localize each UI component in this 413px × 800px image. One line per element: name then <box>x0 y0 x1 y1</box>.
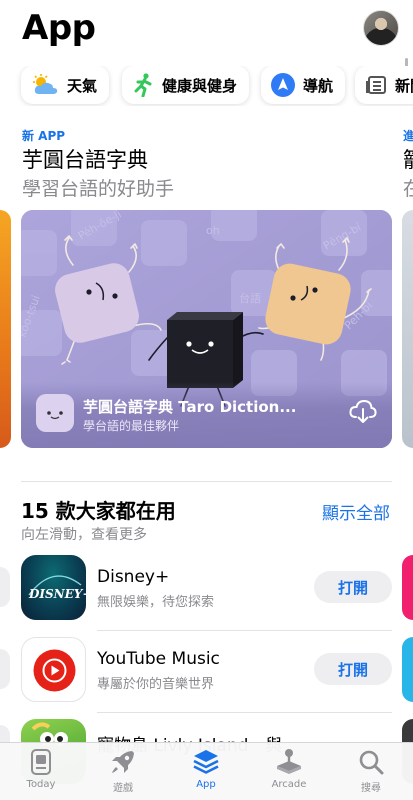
youtube-music-app-icon <box>21 637 86 702</box>
newspaper-icon <box>366 76 386 94</box>
category-health-fitness[interactable]: 健康與健身 <box>122 66 250 104</box>
row-divider <box>97 712 392 713</box>
app-row-disney-plus[interactable]: DISNEY+ Disney+ 無限娛樂，待您探索 打開 <box>0 555 413 635</box>
category-label: 天氣 <box>67 76 98 95</box>
open-button[interactable]: 打開 <box>314 653 392 685</box>
today-icon <box>31 749 51 775</box>
cloud-download-icon[interactable] <box>348 398 378 424</box>
section-divider <box>21 481 392 482</box>
app-row-youtube-music[interactable]: YouTube Music 專屬於你的音樂世界 打開 <box>0 637 413 717</box>
joystick-icon <box>277 749 301 774</box>
art-word: 台語 <box>239 291 261 305</box>
next-featured-subtitle: 在 <box>403 178 413 200</box>
previous-column-button[interactable] <box>0 567 10 607</box>
category-label: 新聞 <box>395 76 413 95</box>
app-subtitle: 無限娛樂，待您探索 <box>97 595 215 610</box>
tab-label: App <box>196 779 216 790</box>
next-featured-card[interactable] <box>402 210 413 448</box>
header: App <box>0 0 413 60</box>
next-column-app-icon[interactable] <box>402 555 413 620</box>
tab-search[interactable]: 搜尋 <box>336 747 406 799</box>
featured-app-icon <box>36 394 74 432</box>
section-title: 15 款大家都在用 <box>21 499 176 523</box>
category-weather[interactable]: 天氣 <box>21 66 110 104</box>
next-featured-tag: 進 <box>403 129 413 143</box>
navigation-arrow-icon <box>271 73 295 97</box>
app-subtitle: 專屬於你的音樂世界 <box>97 677 215 692</box>
disney-logo-text: DISNEY+ <box>28 587 86 601</box>
running-person-icon <box>134 73 152 97</box>
tab-arcade[interactable]: Arcade <box>254 747 324 799</box>
featured-title[interactable]: 芋圓台語字典 <box>22 144 148 174</box>
category-label: 健康與健身 <box>162 76 238 95</box>
featured-subtitle: 學習台語的好助手 <box>22 178 175 200</box>
tab-label: 遊戲 <box>113 783 133 794</box>
tab-label: 搜尋 <box>361 783 381 794</box>
search-icon <box>359 750 384 775</box>
tab-bar: Today 遊戲 App Arcade 搜尋 <box>0 742 413 800</box>
next-featured-title[interactable]: 籠 <box>403 144 413 174</box>
account-avatar[interactable] <box>363 10 399 46</box>
featured-card[interactable]: Pe̍h-ōe-jī oh kóo-tsui 台語 Pēng-bí Peh-bi <box>21 210 392 448</box>
app-name: Disney+ <box>97 567 170 587</box>
featured-tag: 新 APP <box>22 129 66 143</box>
art-word: oh <box>206 224 220 237</box>
category-news[interactable]: 新聞 <box>355 66 413 104</box>
category-navigation[interactable]: 導航 <box>261 66 346 104</box>
see-all-link[interactable]: 顯示全部 <box>322 499 390 524</box>
disney-plus-app-icon: DISNEY+ <box>21 555 86 620</box>
tab-games[interactable]: 遊戲 <box>88 747 158 799</box>
apps-stack-icon <box>193 750 219 774</box>
featured-app-name: 芋圓台語字典 Taro Diction... <box>83 398 297 416</box>
previous-featured-card[interactable] <box>0 210 11 448</box>
tab-label: Arcade <box>271 779 307 790</box>
category-label: 導航 <box>303 76 334 95</box>
rocket-icon <box>112 751 134 773</box>
tab-apps[interactable]: App <box>171 747 241 799</box>
weather-icon <box>33 74 58 94</box>
open-button[interactable]: 打開 <box>314 571 392 603</box>
category-pills: 天氣 健康與健身 導航 新聞 <box>0 66 413 106</box>
app-name: YouTube Music <box>97 649 220 669</box>
row-divider <box>97 630 392 631</box>
tab-label: Today <box>26 779 56 790</box>
page-title: App <box>22 8 96 48</box>
section-subtitle: 向左滑動，查看更多 <box>21 527 147 543</box>
next-column-app-icon[interactable] <box>402 637 413 702</box>
featured-app-subtitle: 學台語的最佳夥伴 <box>83 419 180 433</box>
tab-today[interactable]: Today <box>6 747 76 799</box>
previous-column-button[interactable] <box>0 649 10 689</box>
